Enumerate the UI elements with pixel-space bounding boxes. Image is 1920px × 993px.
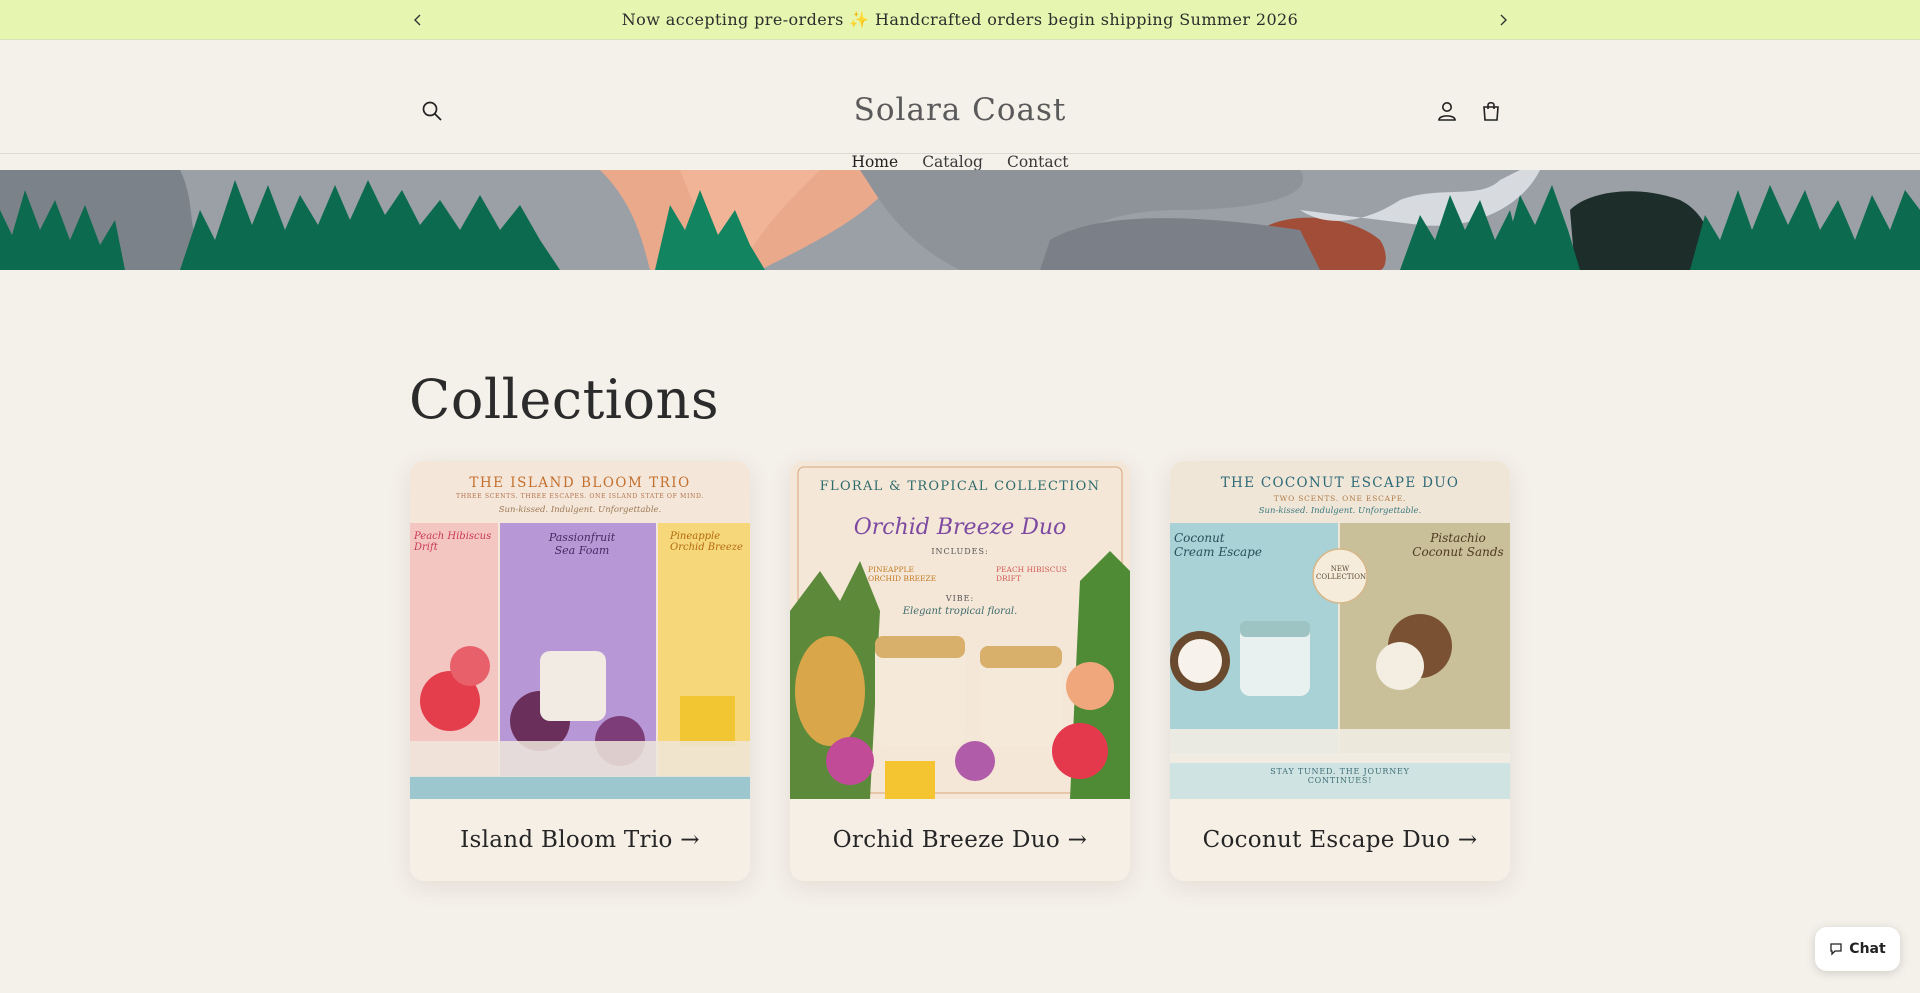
announcement-next-button[interactable] — [1488, 0, 1518, 40]
poster-new-badge: NEW COLLECTION — [1316, 565, 1367, 581]
nav-item-contact[interactable]: Contact — [1007, 153, 1069, 171]
announcement-prev-button[interactable] — [403, 0, 433, 40]
store-logo[interactable]: Solara Coast — [0, 92, 1920, 128]
poster-heading: THE ISLAND BLOOM TRIO — [469, 475, 691, 491]
cart-button[interactable] — [1476, 96, 1506, 126]
chat-button[interactable]: Chat — [1815, 927, 1900, 971]
hero-banner-image — [0, 170, 1920, 270]
announcement-bar: Now accepting pre-orders ✨ Handcrafted o… — [0, 0, 1920, 40]
collections-heading: Collections — [409, 368, 720, 431]
collection-card-coconut-escape-duo[interactable]: THE COCONUT ESCAPE DUO TWO SCENTS. ONE E… — [1170, 461, 1510, 881]
collections-grid: THE ISLAND BLOOM TRIO THREE SCENTS. THRE… — [410, 461, 1510, 881]
chevron-left-icon — [414, 14, 421, 26]
collection-card-island-bloom-trio[interactable]: THE ISLAND BLOOM TRIO THREE SCENTS. THRE… — [410, 461, 750, 881]
collection-title[interactable]: Coconut Escape Duo → — [1170, 799, 1510, 881]
collection-title[interactable]: Island Bloom Trio → — [410, 799, 750, 881]
poster-vibe-label: VIBE: — [945, 594, 975, 603]
chat-label: Chat — [1849, 941, 1886, 957]
collection-image-coconut-escape[interactable]: THE COCONUT ESCAPE DUO TWO SCENTS. ONE E… — [1170, 461, 1510, 799]
main-nav: Home Catalog Contact — [0, 153, 1920, 171]
account-button[interactable] — [1432, 96, 1462, 126]
account-icon — [1438, 102, 1456, 121]
poster-subheading: TWO SCENTS. ONE ESCAPE. — [1273, 494, 1407, 503]
poster-panel-pineapple: Pineapple Orchid Breeze — [670, 531, 743, 553]
poster-left-scent: Coconut Cream Escape — [1174, 531, 1262, 559]
poster-footer: STAY TUNED. THE JOURNEY CONTINUES! — [1270, 767, 1410, 785]
poster-heading: FLORAL & TROPICAL COLLECTION — [819, 479, 1101, 494]
poster-subheading: THREE SCENTS. THREE ESCAPES. ONE ISLAND … — [456, 493, 704, 500]
cart-icon — [1483, 101, 1499, 121]
poster-vibe: Elegant tropical floral. — [902, 606, 1018, 617]
nav-item-catalog[interactable]: Catalog — [922, 153, 983, 171]
chat-bubble-icon — [1830, 943, 1842, 956]
collection-image-island-bloom[interactable]: THE ISLAND BLOOM TRIO THREE SCENTS. THRE… — [410, 461, 750, 799]
collection-card-orchid-breeze-duo[interactable]: FLORAL & TROPICAL COLLECTION Orchid Bree… — [790, 461, 1130, 881]
poster-tagline: Sun-kissed. Indulgent. Unforgettable. — [498, 505, 662, 515]
poster-item-2: PEACH HIBISCUS DRIFT — [996, 565, 1067, 583]
collection-title[interactable]: Orchid Breeze Duo → — [790, 799, 1130, 881]
site-header: Solara Coast Home Catalog Contact — [0, 40, 1920, 171]
announcement-text: Now accepting pre-orders ✨ Handcrafted o… — [621, 10, 1299, 29]
poster-panel-peach: Peach Hibiscus Drift — [414, 531, 492, 553]
poster-heading: THE COCONUT ESCAPE DUO — [1220, 475, 1460, 491]
poster-item-1: PINEAPPLE ORCHID BREEZE — [868, 565, 937, 583]
chevron-right-icon — [1500, 14, 1507, 26]
poster-name: Orchid Breeze Duo — [853, 515, 1067, 540]
poster-tagline: Sun-kissed. Indulgent. Unforgettable. — [1258, 506, 1422, 516]
poster-panel-passionfruit: Passionfruit Sea Foam — [548, 531, 616, 557]
collection-image-orchid-breeze[interactable]: FLORAL & TROPICAL COLLECTION Orchid Bree… — [790, 461, 1130, 799]
poster-right-scent: Pistachio Coconut Sands — [1412, 531, 1504, 559]
poster-includes-label: INCLUDES: — [931, 547, 989, 556]
nav-item-home[interactable]: Home — [851, 153, 898, 171]
